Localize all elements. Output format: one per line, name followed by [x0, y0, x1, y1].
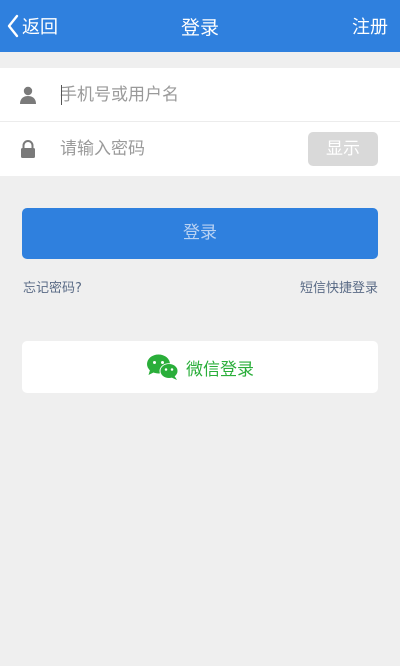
wechat-login-button[interactable]: 微信登录 [22, 341, 378, 393]
password-row: 显示 [0, 122, 400, 176]
password-input[interactable] [60, 134, 290, 164]
wechat-icon [147, 354, 179, 380]
forgot-password-link[interactable]: 忘记密码? [23, 277, 82, 296]
wechat-login-label: 微信登录 [186, 359, 254, 380]
text-cursor [61, 85, 62, 105]
user-icon [20, 86, 36, 104]
username-input[interactable] [60, 80, 290, 110]
lock-icon [21, 140, 35, 158]
login-form: 显示 [0, 68, 400, 176]
show-password-button[interactable]: 显示 [308, 132, 378, 166]
top-bar: 返回 登录 注册 [0, 0, 400, 52]
page-title: 登录 [180, 17, 219, 39]
register-button[interactable]: 注册 [352, 13, 388, 39]
login-button[interactable]: 登录 [22, 208, 378, 259]
username-row [0, 68, 400, 122]
sms-login-link[interactable]: 短信快捷登录 [300, 277, 378, 296]
